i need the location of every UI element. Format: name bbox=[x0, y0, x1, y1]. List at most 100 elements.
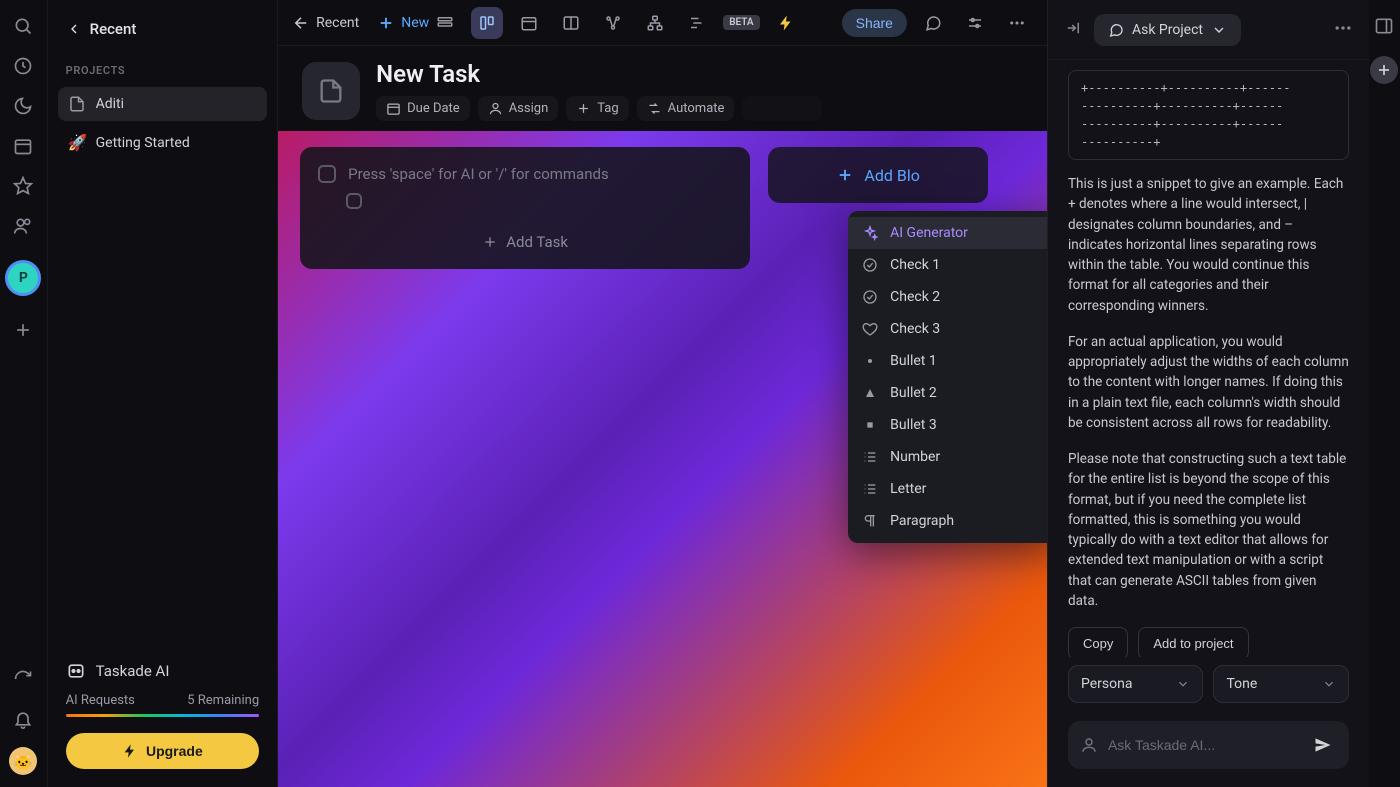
file-icon bbox=[68, 95, 86, 113]
bolt-icon[interactable] bbox=[770, 7, 802, 39]
subtask-checkbox[interactable] bbox=[346, 193, 362, 209]
bolt-icon bbox=[122, 743, 138, 759]
panel-toggle-icon[interactable] bbox=[1374, 16, 1394, 36]
clock-icon[interactable] bbox=[11, 54, 35, 78]
ai-remaining: 5 Remaining bbox=[187, 693, 259, 708]
view-orgchart-icon[interactable] bbox=[639, 7, 671, 39]
slash-item-label: Bullet 3 bbox=[890, 417, 937, 433]
beta-badge: BETA bbox=[723, 15, 759, 30]
slash-item-bullet-3[interactable]: Bullet 3 bbox=[848, 409, 1047, 441]
ai-requests-label: AI Requests bbox=[66, 693, 135, 708]
send-icon bbox=[1313, 735, 1333, 755]
sidebar-recent-header[interactable]: Recent bbox=[48, 0, 278, 48]
sidebar-item-aditi[interactable]: Aditi bbox=[58, 87, 268, 121]
slash-item-paragraph[interactable]: Paragraph bbox=[848, 505, 1047, 537]
moon-icon[interactable] bbox=[11, 94, 35, 118]
sidebar-item-getting-started[interactable]: 🚀 Getting Started bbox=[58, 125, 268, 160]
star-icon[interactable] bbox=[11, 174, 35, 198]
panel-more-icon[interactable] bbox=[1333, 18, 1353, 42]
slash-item-label: Bullet 1 bbox=[890, 353, 937, 369]
ai-input[interactable] bbox=[1108, 737, 1299, 753]
ai-paragraph-2: For an actual application, you would app… bbox=[1068, 332, 1349, 433]
add-block-button[interactable]: Add Blo bbox=[768, 147, 988, 203]
task-icon-box[interactable] bbox=[302, 62, 360, 120]
file-icon bbox=[317, 77, 345, 105]
add-panel-icon[interactable] bbox=[1370, 56, 1398, 84]
board-canvas: Press 'space' for AI or '/' for commands… bbox=[278, 131, 1047, 787]
bell-icon[interactable] bbox=[11, 707, 35, 731]
arrow-left-icon bbox=[292, 14, 310, 32]
plus-icon[interactable] bbox=[11, 318, 35, 342]
persona-select[interactable]: Persona bbox=[1068, 665, 1203, 703]
task-input-row[interactable]: Press 'space' for AI or '/' for commands bbox=[318, 165, 732, 183]
calendar-icon[interactable] bbox=[11, 134, 35, 158]
view-list-icon[interactable] bbox=[429, 7, 461, 39]
comment-icon[interactable] bbox=[917, 7, 949, 39]
slash-item-check-2[interactable]: Check 2 bbox=[848, 281, 1047, 313]
ask-project-button[interactable]: Ask Project bbox=[1094, 14, 1241, 46]
settings-sliders-icon[interactable] bbox=[959, 7, 991, 39]
view-gantt-icon[interactable] bbox=[681, 7, 713, 39]
assign-chip[interactable]: Assign bbox=[478, 96, 559, 121]
new-button[interactable]: New bbox=[377, 14, 429, 32]
search-icon[interactable] bbox=[11, 14, 35, 38]
due-date-chip[interactable]: Due Date bbox=[376, 96, 470, 121]
view-board-icon[interactable] bbox=[471, 7, 503, 39]
subtask-row[interactable] bbox=[346, 193, 732, 209]
tag-chip[interactable]: Tag bbox=[566, 96, 628, 121]
rocket-icon: 🚀 bbox=[68, 133, 86, 152]
heart-icon bbox=[862, 321, 878, 337]
check-done-icon bbox=[862, 289, 878, 305]
slash-item-check-3[interactable]: Check 3 bbox=[848, 313, 1047, 345]
task-card: Press 'space' for AI or '/' for commands… bbox=[300, 147, 750, 269]
refresh-icon[interactable] bbox=[11, 667, 35, 691]
workspace-avatar[interactable]: P bbox=[5, 260, 41, 296]
slash-item-ai-generator[interactable]: AI Generator bbox=[848, 217, 1047, 249]
automate-label: Automate bbox=[668, 101, 725, 116]
user-icon bbox=[488, 101, 503, 116]
automate-icon bbox=[647, 101, 662, 116]
slash-item-bullet-2[interactable]: Bullet 2 bbox=[848, 377, 1047, 409]
send-button[interactable] bbox=[1309, 731, 1337, 759]
slash-item-number[interactable]: Number bbox=[848, 441, 1047, 473]
letter-list-icon bbox=[862, 481, 878, 497]
empty-chip bbox=[742, 96, 822, 121]
chat-icon bbox=[1108, 22, 1124, 38]
add-block-label: Add Blo bbox=[864, 166, 919, 185]
upgrade-button[interactable]: Upgrade bbox=[66, 733, 260, 769]
task-placeholder: Press 'space' for AI or '/' for commands bbox=[348, 165, 609, 183]
view-table-icon[interactable] bbox=[555, 7, 587, 39]
slash-item-letter[interactable]: Letter bbox=[848, 473, 1047, 505]
copy-button[interactable]: Copy bbox=[1068, 627, 1128, 657]
slash-item-label: Check 1 bbox=[890, 257, 940, 273]
tone-select[interactable]: Tone bbox=[1213, 665, 1348, 703]
taskade-ai-row[interactable]: Taskade AI bbox=[66, 661, 260, 681]
slash-item-label: Paragraph bbox=[890, 513, 954, 529]
taskade-ai-label: Taskade AI bbox=[96, 662, 170, 680]
view-calendar-icon[interactable] bbox=[513, 7, 545, 39]
share-button[interactable]: Share bbox=[842, 9, 907, 37]
back-recent[interactable]: Recent bbox=[292, 14, 359, 32]
recent-label: Recent bbox=[90, 20, 137, 38]
people-icon[interactable] bbox=[11, 214, 35, 238]
add-to-project-button[interactable]: Add to project bbox=[1138, 627, 1248, 657]
sidebar-item-label: Aditi bbox=[96, 96, 124, 112]
plus-icon bbox=[482, 234, 498, 250]
add-task-label: Add Task bbox=[506, 233, 568, 251]
user-avatar[interactable]: 🐱 bbox=[9, 747, 37, 775]
add-task-button[interactable]: Add Task bbox=[318, 225, 732, 259]
slash-item-check-1[interactable]: Check 1 bbox=[848, 249, 1047, 281]
view-mindmap-icon[interactable] bbox=[597, 7, 629, 39]
slash-item-bullet-1[interactable]: Bullet 1 bbox=[848, 345, 1047, 377]
automate-chip[interactable]: Automate bbox=[637, 96, 735, 121]
page-title[interactable]: New Task bbox=[376, 60, 822, 88]
square-icon bbox=[862, 417, 878, 433]
collapse-panel-icon[interactable] bbox=[1064, 19, 1082, 41]
task-checkbox[interactable] bbox=[318, 165, 336, 183]
plus-icon bbox=[377, 14, 395, 32]
more-icon[interactable] bbox=[1001, 7, 1033, 39]
main-area: Recent New BETA Share bbox=[278, 0, 1047, 787]
ai-usage-bar bbox=[66, 714, 260, 717]
ai-paragraph-1: This is just a snippet to give an exampl… bbox=[1068, 174, 1349, 316]
number-list-icon bbox=[862, 449, 878, 465]
